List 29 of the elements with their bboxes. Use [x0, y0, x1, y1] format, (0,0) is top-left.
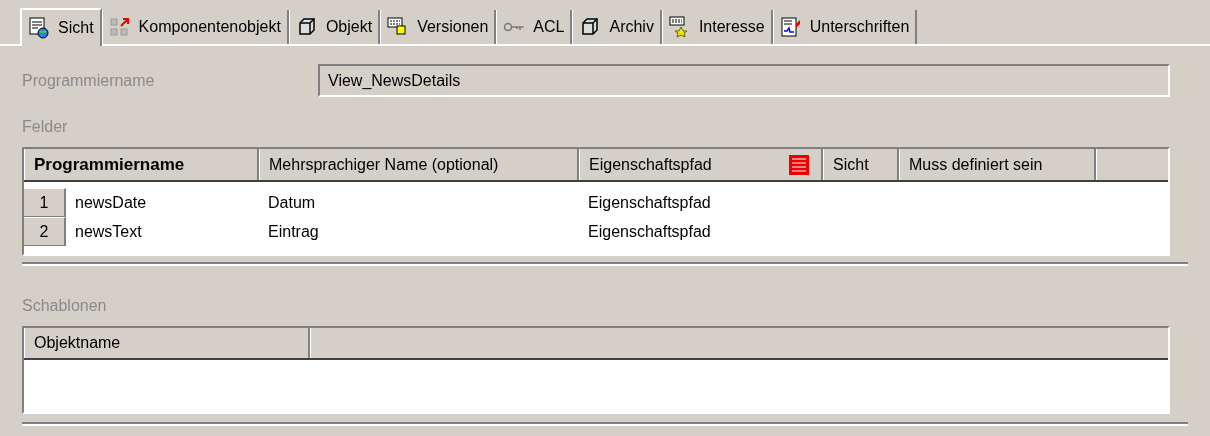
tab[interactable]: Unterschriften	[772, 10, 918, 44]
tab[interactable]: ACL	[496, 10, 573, 44]
list-icon[interactable]	[786, 153, 812, 176]
table-cell-text: Eigenschaftspfad	[587, 192, 712, 213]
table-cell-text: newsDate	[74, 192, 148, 213]
column-header[interactable]: Eigenschaftspfad	[579, 149, 823, 180]
field-label: Programmiername	[22, 70, 156, 91]
column-header[interactable]: Sicht	[823, 149, 899, 180]
section-label: Schablonen	[22, 296, 108, 316]
table-cell-text: Eintrag	[267, 221, 320, 242]
table-cell-text: Datum	[267, 192, 317, 213]
tab[interactable]: Komponentenobjekt	[101, 10, 289, 44]
row-number: 2	[24, 217, 66, 246]
column-header[interactable]: Programmiername	[24, 149, 259, 180]
row-number: 1	[24, 188, 66, 217]
table-cell-text: newsText	[74, 221, 143, 242]
tab[interactable]: Sicht	[20, 8, 102, 46]
table-cell-text: Eigenschaftspfad	[587, 221, 712, 242]
section-label: Felder	[22, 117, 69, 137]
tab[interactable]: Versionen	[380, 10, 497, 44]
column-header[interactable]: Muss definiert sein	[899, 149, 1096, 180]
tab[interactable]: Interesse	[661, 10, 773, 44]
program-name-field[interactable]: View_NewsDetails	[318, 64, 1170, 97]
signed-document-icon	[779, 16, 802, 38]
tab[interactable]: Archiv	[572, 10, 662, 44]
document-globe-icon	[28, 17, 50, 39]
tab[interactable]: Objekt	[288, 10, 381, 44]
column-header[interactable]: Mehrsprachiger Name (optional)	[259, 149, 579, 180]
blocks-arrow-icon	[108, 16, 131, 38]
